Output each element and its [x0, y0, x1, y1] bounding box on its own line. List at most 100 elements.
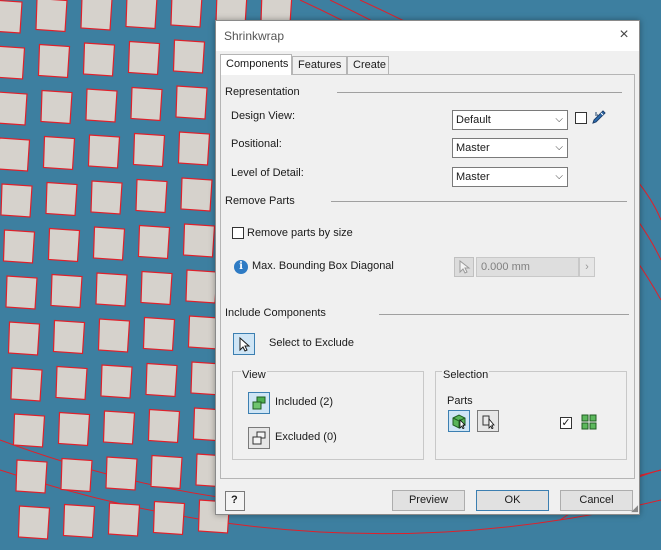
excluded-parts-icon	[252, 431, 266, 445]
remove-parts-divider	[331, 201, 627, 202]
cancel-button[interactable]: Cancel	[560, 490, 633, 511]
mesh-face	[140, 270, 173, 306]
mesh-face	[137, 224, 171, 260]
chevron-down-icon: ⌵	[555, 171, 563, 182]
mesh-face	[127, 40, 161, 76]
mesh-face	[95, 272, 128, 307]
included-label: Included (2)	[275, 396, 334, 408]
representation-divider	[337, 92, 622, 93]
mesh-face	[172, 39, 206, 74]
mesh-face	[15, 459, 48, 494]
mesh-face	[107, 502, 141, 537]
select-exclude-button[interactable]	[233, 333, 255, 355]
mesh-face	[135, 178, 168, 214]
tab-features[interactable]: Features	[292, 56, 347, 74]
include-components-heading: Include Components	[225, 307, 326, 319]
mesh-face	[42, 135, 76, 171]
mesh-face	[175, 85, 208, 120]
mesh-face	[145, 362, 178, 398]
mesh-face	[142, 316, 176, 352]
chevron-down-icon: ⌵	[555, 142, 563, 153]
mesh-face	[57, 411, 91, 447]
mesh-face	[125, 0, 158, 30]
mesh-face	[0, 137, 31, 172]
mesh-face	[92, 226, 126, 261]
lod-value: Master	[456, 171, 490, 183]
view-heading: View	[241, 369, 267, 381]
help-icon: ?	[231, 494, 238, 506]
info-icon: i	[234, 260, 248, 274]
positional-combo[interactable]: Master ⌵	[452, 138, 568, 158]
mesh-face	[150, 454, 183, 490]
max-diagonal-label: Max. Bounding Box Diagonal	[252, 260, 394, 272]
mesh-face	[55, 365, 88, 401]
cursor-arrow-icon	[239, 336, 251, 352]
mesh-face	[85, 88, 118, 123]
mesh-face	[60, 457, 93, 493]
included-parts-icon	[252, 396, 266, 410]
preview-button[interactable]: Preview	[392, 490, 465, 511]
selection-group: Selection Parts ✓	[435, 369, 627, 460]
remove-parts-heading: Remove Parts	[225, 195, 295, 207]
remove-by-size-label[interactable]: Remove parts by size	[247, 227, 353, 239]
mesh-face	[185, 269, 218, 304]
select-exclude-label: Select to Exclude	[269, 337, 354, 349]
help-button[interactable]: ?	[225, 491, 245, 511]
lod-combo[interactable]: Master ⌵	[452, 167, 568, 187]
max-diagonal-input[interactable]: 0.000 mm	[476, 257, 579, 277]
lod-label: Level of Detail:	[231, 167, 304, 179]
mesh-face	[152, 500, 186, 536]
mesh-face	[0, 183, 33, 218]
mesh-face	[0, 0, 23, 34]
mesh-face	[17, 505, 51, 540]
resize-grip-icon[interactable]: ◢	[631, 503, 638, 514]
mesh-face	[102, 410, 136, 445]
mesh-face	[7, 321, 41, 356]
mesh-face	[62, 503, 96, 539]
mesh-face	[12, 413, 46, 448]
mesh-face	[0, 45, 26, 80]
excluded-label: Excluded (0)	[275, 431, 337, 443]
checkmark-icon: ✓	[561, 417, 571, 429]
mesh-face	[2, 229, 36, 264]
mesh-face	[182, 223, 216, 258]
mesh-face	[52, 319, 86, 355]
mesh-face	[177, 131, 211, 166]
mesh-face	[147, 408, 181, 444]
mesh-face	[0, 91, 28, 126]
view-excluded-button[interactable]	[248, 427, 270, 449]
ok-button[interactable]: OK	[476, 490, 549, 511]
tab-create[interactable]: Create	[347, 56, 389, 74]
mesh-face	[35, 0, 68, 33]
chevron-down-icon: ⌵	[555, 114, 563, 125]
dialog-title: Shrinkwrap	[224, 29, 285, 43]
close-icon[interactable]: ×	[615, 27, 633, 45]
select-all-checkbox[interactable]: ✓	[560, 417, 572, 429]
mesh-face	[180, 177, 213, 212]
title-bar[interactable]: Shrinkwrap ×	[216, 21, 639, 51]
mesh-face	[37, 43, 71, 79]
remove-by-size-checkbox[interactable]	[232, 227, 244, 239]
mesh-face	[47, 227, 81, 263]
view-included-button[interactable]	[248, 392, 270, 414]
tab-components[interactable]: Components	[220, 54, 292, 75]
positional-label: Positional:	[231, 138, 282, 150]
selection-heading: Selection	[442, 369, 490, 381]
mesh-face	[87, 134, 121, 169]
assembly-select-icon	[482, 415, 495, 429]
pick-diagonal-button[interactable]	[454, 257, 474, 277]
mesh-face	[97, 318, 131, 353]
mesh-face	[170, 0, 203, 28]
select-assembly-button[interactable]	[477, 410, 499, 432]
cursor-arrow-icon	[459, 260, 471, 274]
link-pencil-icon[interactable]	[591, 109, 607, 128]
grid-parts-icon[interactable]	[581, 414, 597, 433]
design-view-combo[interactable]: Default ⌵	[452, 110, 568, 130]
components-panel: Representation Design View: Default ⌵ Po…	[220, 74, 635, 479]
mesh-face	[50, 273, 83, 309]
mesh-face	[10, 367, 43, 402]
chevron-right-icon[interactable]: ›	[579, 257, 595, 277]
associative-checkbox[interactable]	[575, 112, 587, 124]
mesh-face	[100, 364, 133, 399]
select-parts-button[interactable]	[448, 410, 470, 432]
